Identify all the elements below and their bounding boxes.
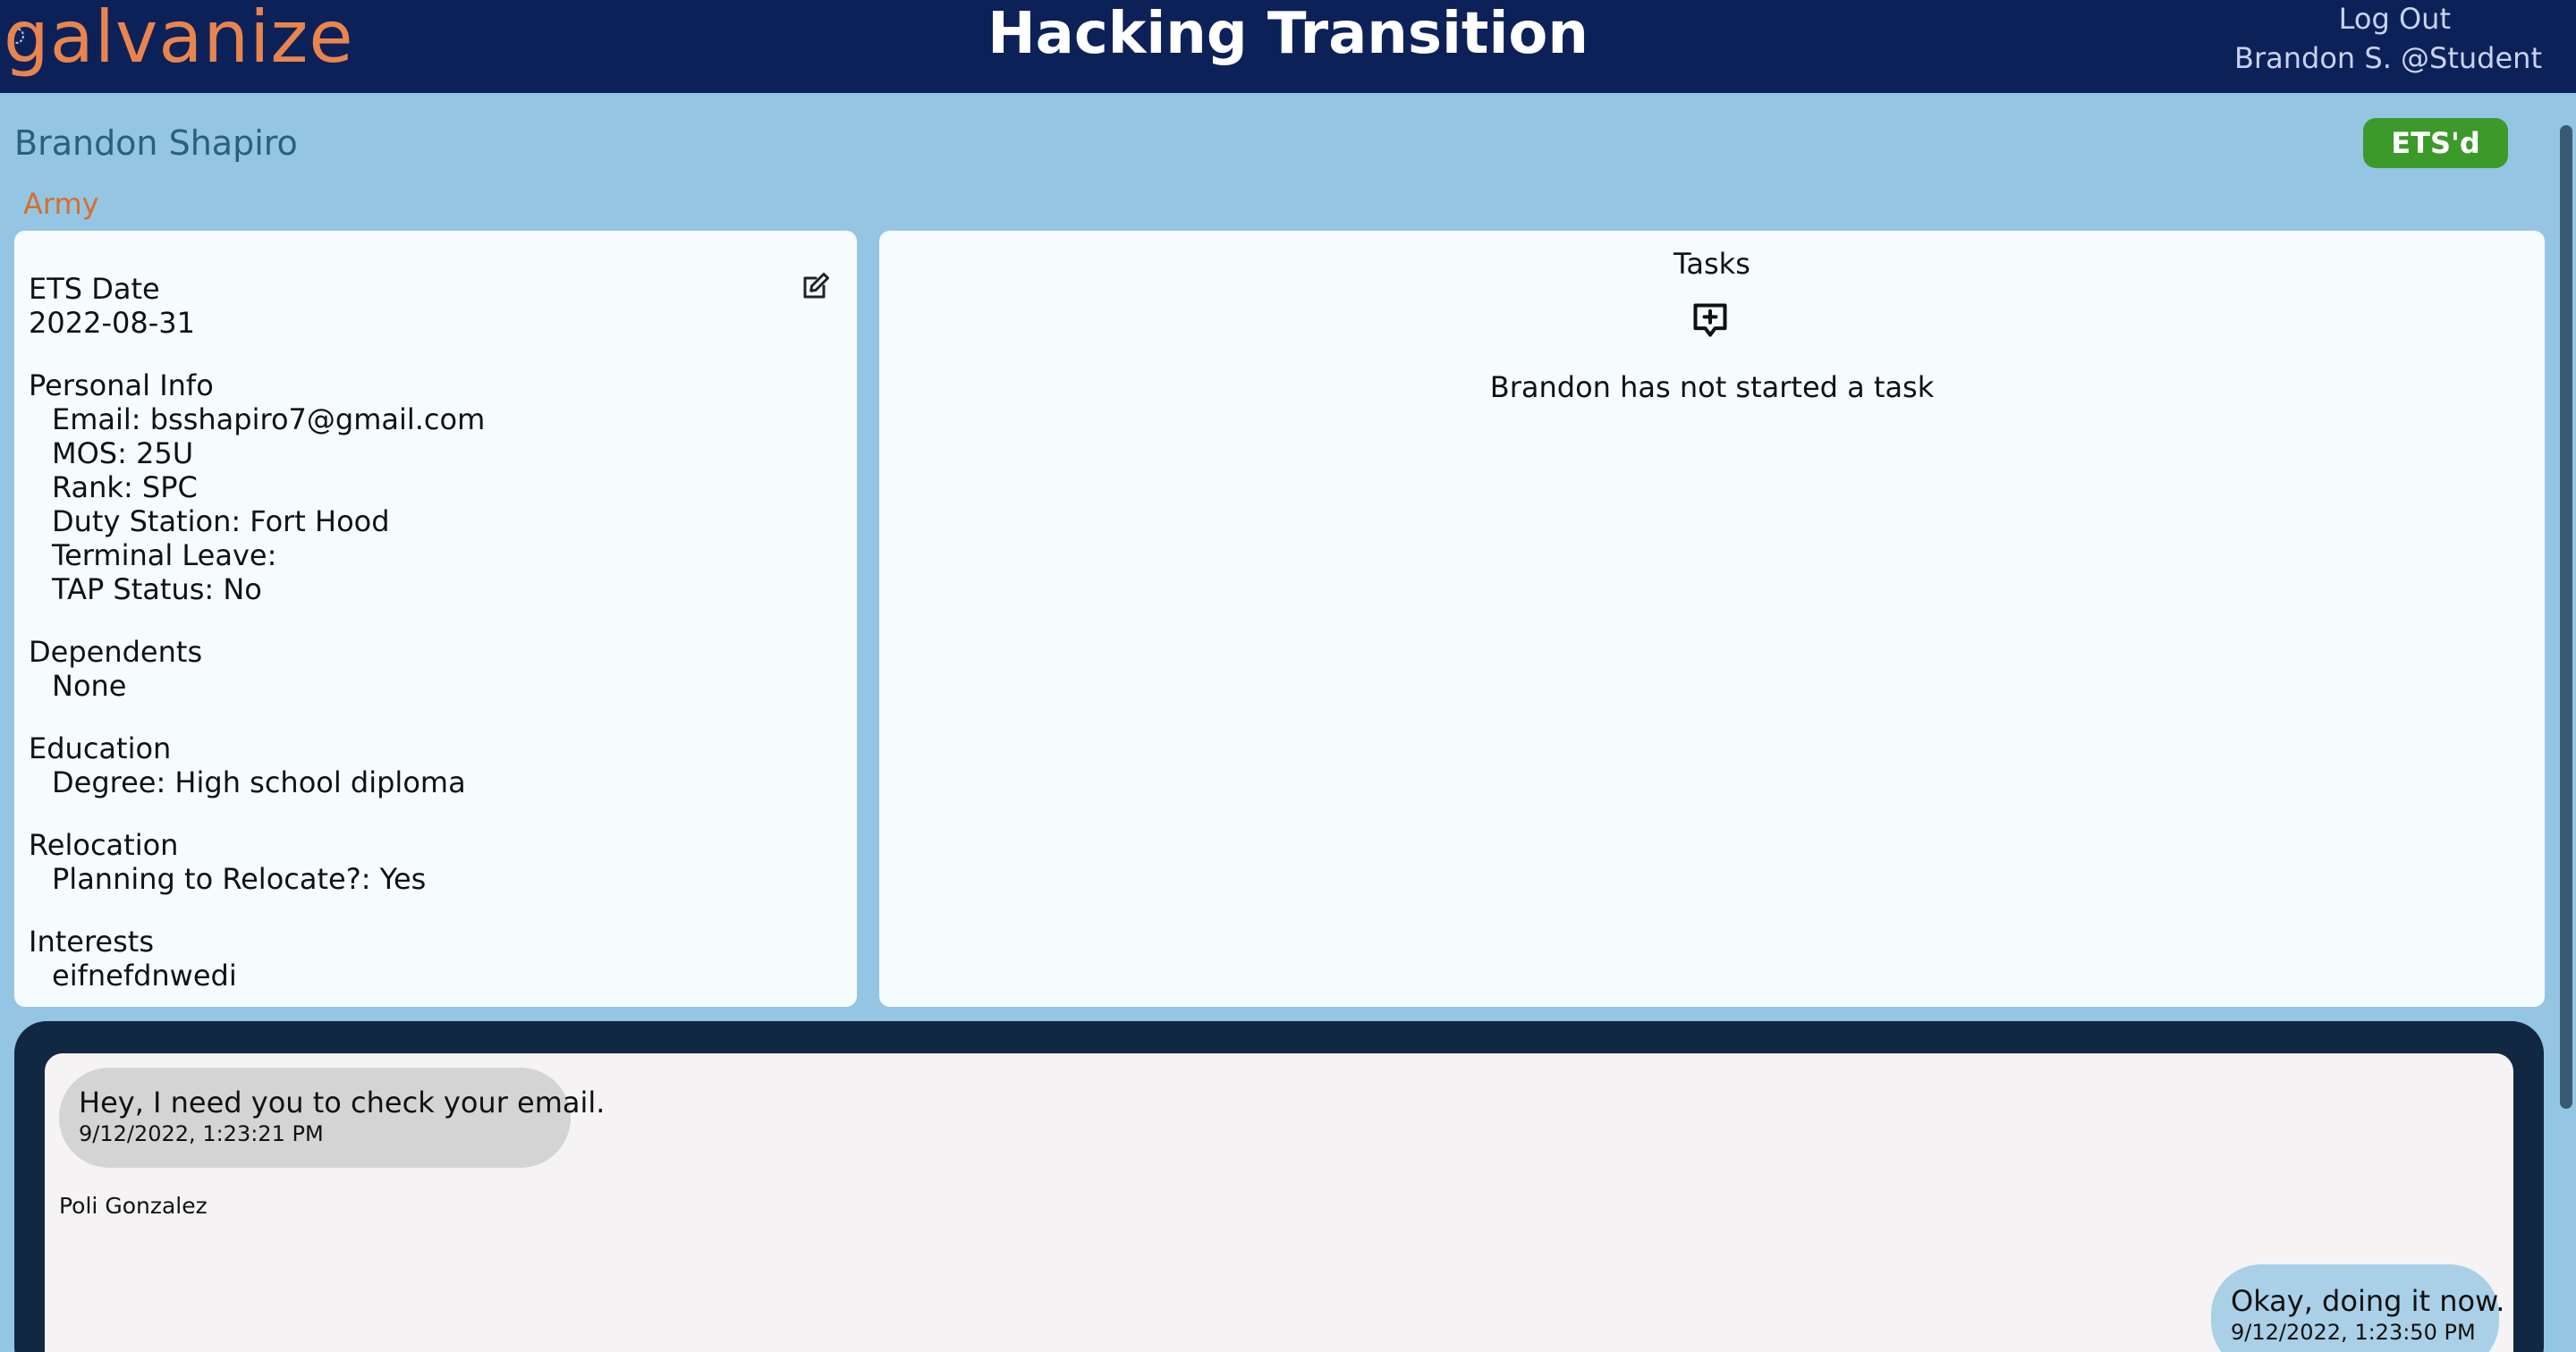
relocate-value: Planning to Relocate?: Yes: [52, 862, 427, 896]
add-task-icon[interactable]: [1690, 300, 1730, 340]
message-sender-name: Poli Gonzalez: [59, 1193, 208, 1219]
degree-value: Degree: High school diploma: [52, 765, 466, 799]
duty-station-value: Duty Station: Fort Hood: [52, 504, 390, 538]
outgoing-message-time: 9/12/2022, 1:23:50 PM: [2231, 1320, 2476, 1345]
app-title: Hacking Transition: [987, 1, 1589, 67]
ets-date-heading: ETS Date: [29, 272, 160, 306]
logout-link[interactable]: Log Out: [2339, 0, 2451, 38]
tasks-card: [879, 231, 2545, 1007]
education-heading: Education: [29, 731, 172, 765]
interests-heading: Interests: [29, 925, 154, 959]
tap-status-value: TAP Status: No: [52, 572, 262, 606]
edit-icon[interactable]: [800, 270, 832, 302]
email-value: Email: bsshapiro7@gmail.com: [52, 402, 486, 436]
ets-date-value: 2022-08-31: [29, 306, 195, 340]
ets-status-badge[interactable]: ETS'd: [2363, 118, 2508, 168]
user-handle: Brandon S. @Student: [2234, 41, 2542, 75]
student-name: Brandon Shapiro: [14, 123, 298, 163]
outgoing-message-text: Okay, doing it now.: [2231, 1284, 2505, 1318]
terminal-leave-value: Terminal Leave:: [52, 538, 277, 572]
tasks-title: Tasks: [1674, 247, 1750, 281]
dependents-value: None: [52, 669, 127, 703]
relocation-heading: Relocation: [29, 828, 179, 862]
personal-info-heading: Personal Info: [29, 368, 214, 402]
student-branch: Army: [23, 187, 99, 221]
rank-value: Rank: SPC: [52, 470, 198, 504]
incoming-message-text: Hey, I need you to check your email.: [79, 1086, 606, 1120]
tasks-empty-message: Brandon has not started a task: [1489, 370, 1935, 404]
page-scrollbar[interactable]: [2560, 125, 2572, 1109]
incoming-message-time: 9/12/2022, 1:23:21 PM: [79, 1121, 324, 1146]
interests-value: eifnefdnwedi: [52, 959, 237, 993]
top-header: galvanize Hacking Transition Log Out Bra…: [0, 0, 2576, 93]
dependents-heading: Dependents: [29, 635, 203, 669]
mos-value: MOS: 25U: [52, 436, 194, 470]
